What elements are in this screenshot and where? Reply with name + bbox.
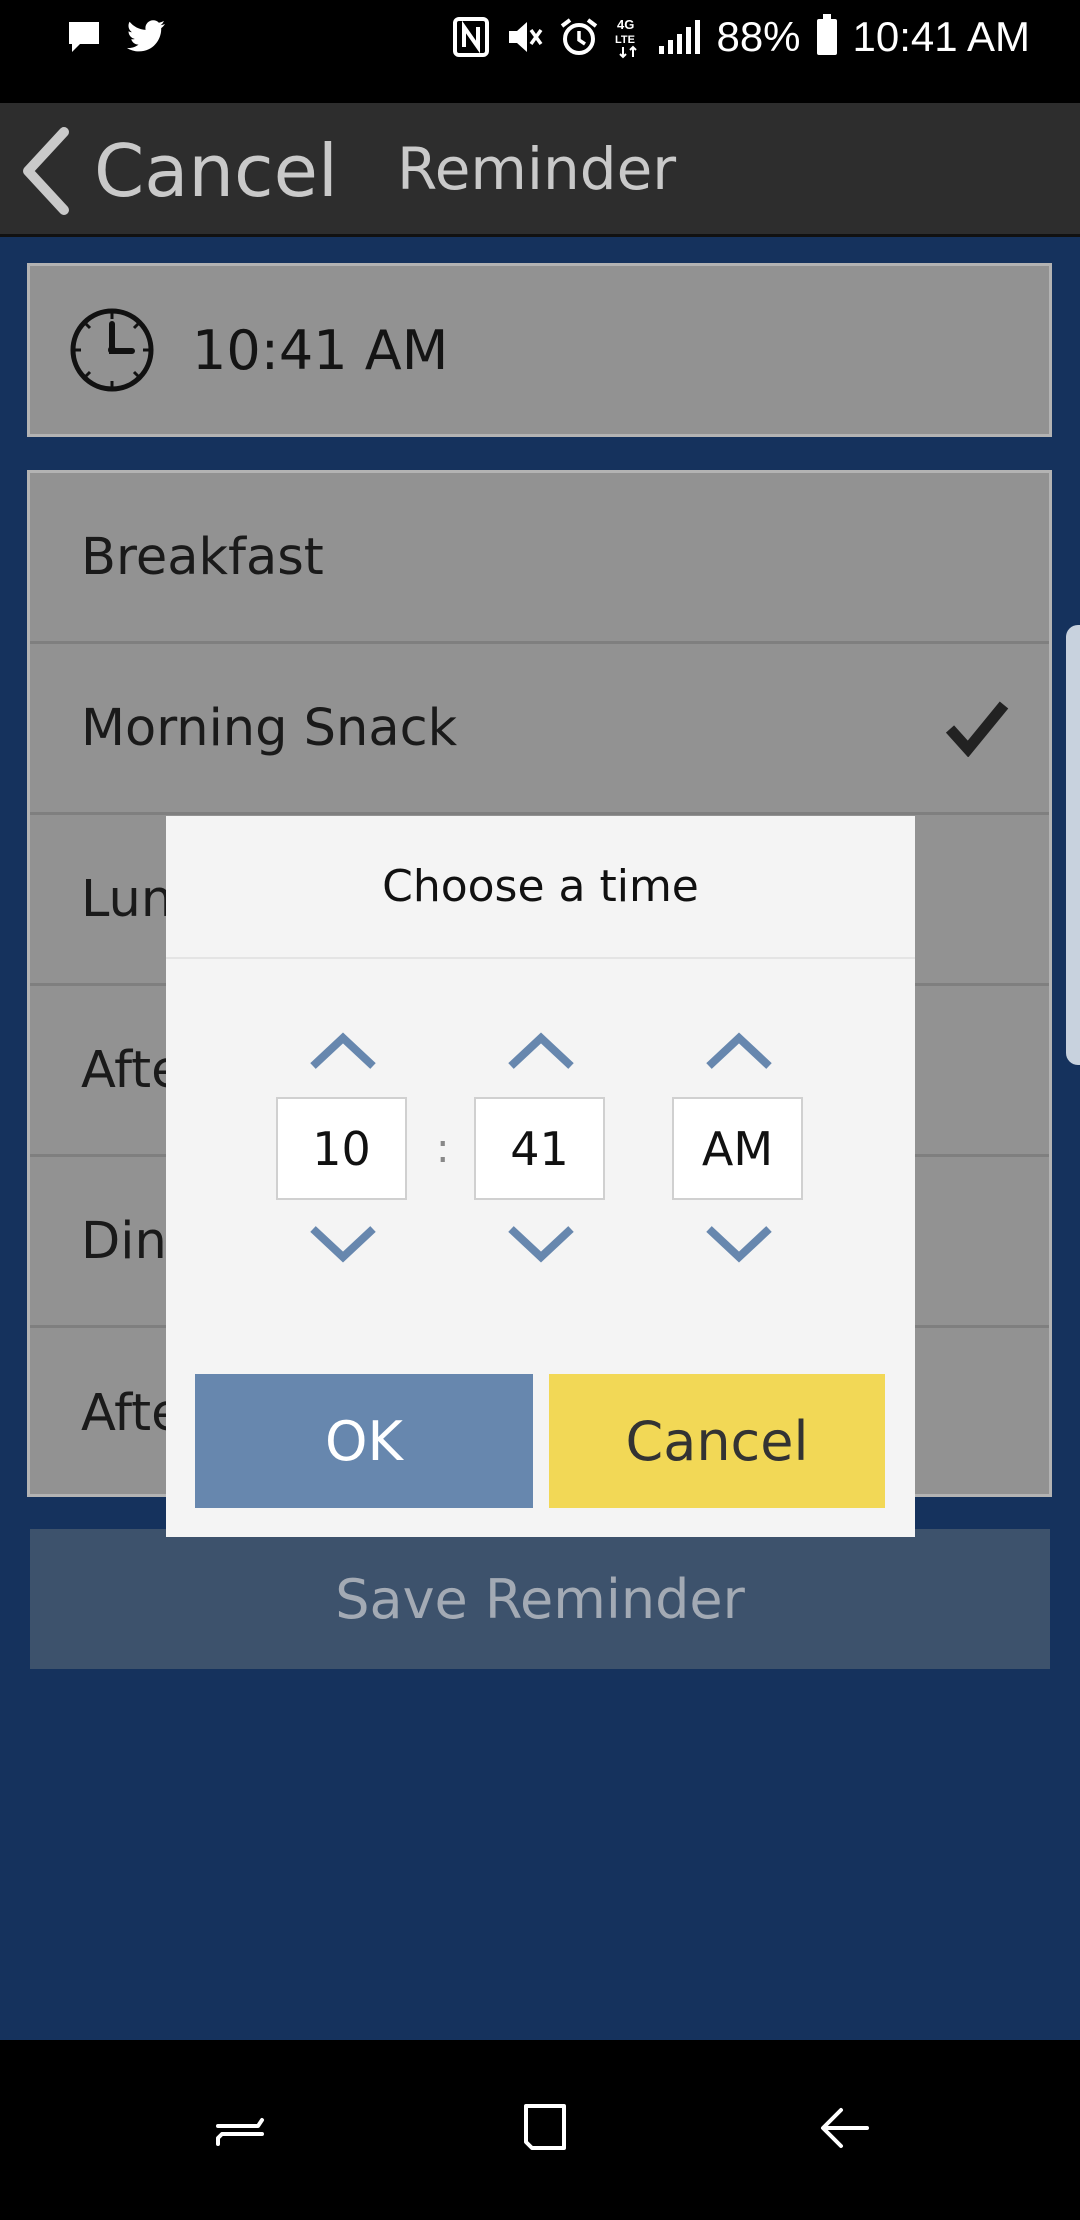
alarm-icon bbox=[561, 18, 598, 55]
minute-column: 41 bbox=[474, 1026, 607, 1269]
time-picker-dialog: Choose a time 10 : 41 AM OK Cancel bbox=[166, 816, 915, 1537]
side-scroll-handle[interactable] bbox=[1066, 625, 1080, 1065]
dialog-title: Choose a time bbox=[166, 816, 915, 959]
status-indicators: 4G LTE 88% 10:41 AM bbox=[453, 10, 1030, 64]
battery-icon bbox=[816, 14, 837, 55]
chevron-down-icon[interactable] bbox=[303, 1219, 383, 1269]
message-icon bbox=[69, 22, 99, 52]
header-bar: Cancel Reminder bbox=[0, 103, 1080, 237]
lte-icon: 4G LTE bbox=[615, 17, 638, 59]
svg-text:4G: 4G bbox=[617, 17, 634, 32]
time-separator: : bbox=[436, 1126, 450, 1172]
recents-icon[interactable] bbox=[210, 2098, 270, 2158]
list-item[interactable]: Breakfast bbox=[30, 473, 1049, 644]
list-item[interactable]: Morning Snack bbox=[30, 644, 1049, 815]
battery-percent: 88% bbox=[716, 13, 801, 60]
chevron-down-icon[interactable] bbox=[501, 1219, 581, 1269]
meal-label: Morning Snack bbox=[81, 698, 458, 758]
checkmark-icon bbox=[945, 701, 1009, 757]
hour-column: 10 bbox=[276, 1026, 409, 1269]
cancel-back-button[interactable]: Cancel bbox=[18, 121, 338, 221]
system-nav-bar bbox=[0, 2040, 1080, 2220]
period-column: AM bbox=[672, 1026, 805, 1269]
twitter-icon bbox=[126, 20, 165, 52]
minute-field[interactable]: 41 bbox=[474, 1097, 605, 1200]
mute-icon bbox=[509, 22, 543, 52]
nfc-icon bbox=[453, 17, 490, 57]
cancel-back-label: Cancel bbox=[94, 129, 338, 213]
ok-button[interactable]: OK bbox=[195, 1374, 533, 1508]
status-time: 10:41 AM bbox=[852, 13, 1030, 60]
time-selector[interactable]: 10:41 AM bbox=[27, 263, 1052, 437]
chevron-down-icon[interactable] bbox=[699, 1219, 779, 1269]
svg-text:LTE: LTE bbox=[615, 34, 635, 46]
period-field[interactable]: AM bbox=[672, 1097, 803, 1200]
chevron-up-icon[interactable] bbox=[501, 1026, 581, 1076]
chevron-left-icon bbox=[23, 127, 69, 215]
page-title: Reminder bbox=[397, 135, 677, 203]
status-bar: 4G LTE 88% 10:41 AM bbox=[0, 0, 1080, 103]
meal-label: Breakfast bbox=[81, 527, 324, 587]
signal-icon bbox=[659, 20, 701, 54]
time-value: 10:41 AM bbox=[192, 318, 449, 382]
cancel-button[interactable]: Cancel bbox=[549, 1374, 885, 1508]
back-icon[interactable] bbox=[815, 2098, 875, 2158]
chevron-up-icon[interactable] bbox=[303, 1026, 383, 1076]
hour-field[interactable]: 10 bbox=[276, 1097, 407, 1200]
clock-icon bbox=[70, 308, 154, 392]
save-reminder-button[interactable]: Save Reminder bbox=[30, 1529, 1050, 1669]
home-icon[interactable] bbox=[512, 2098, 572, 2158]
status-notifications bbox=[66, 14, 166, 60]
app-screen: Cancel Reminder 10:41 AM Breakfast Morni… bbox=[0, 103, 1080, 2040]
chevron-up-icon[interactable] bbox=[699, 1026, 779, 1076]
